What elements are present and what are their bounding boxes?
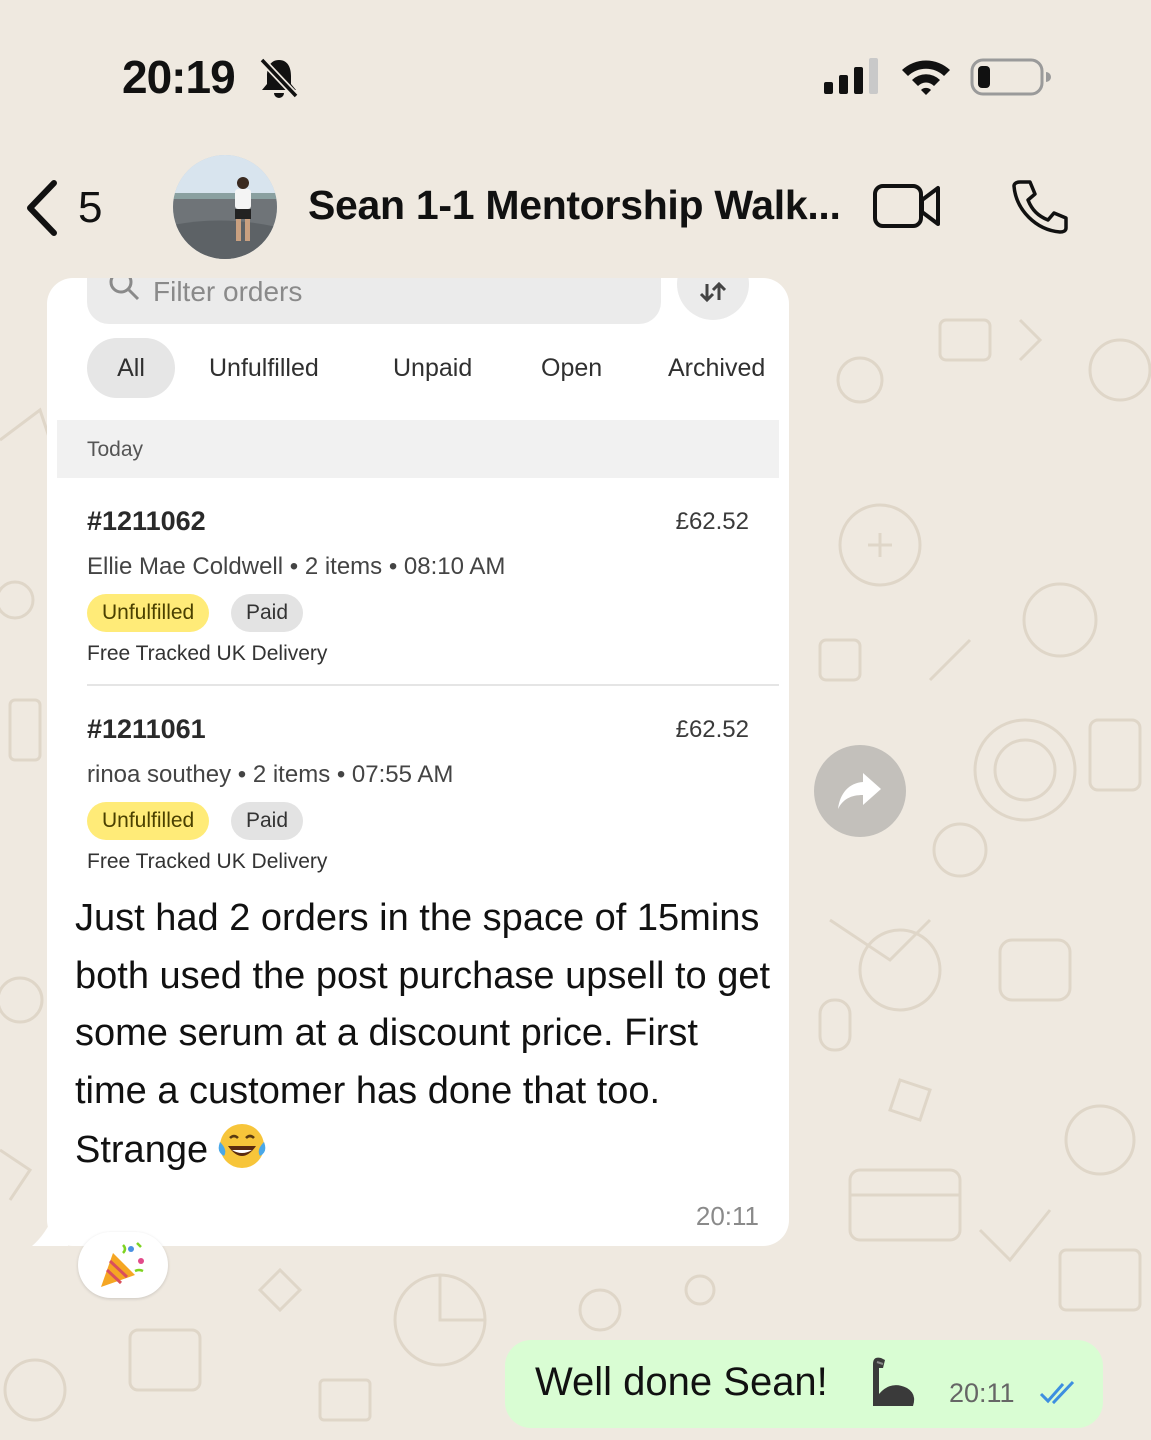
tab-unpaid: Unpaid xyxy=(393,354,473,382)
forward-arrow-icon xyxy=(838,773,881,809)
order-price: £62.52 xyxy=(675,716,749,743)
incoming-message-bubble[interactable]: Filter orders All Unfulfilled Unpaid Ope… xyxy=(47,278,789,1246)
chat-header: 5 Sean 1-1 Mentorship Walk... xyxy=(0,150,1151,268)
chevron-left-icon xyxy=(27,180,57,236)
sort-icon xyxy=(699,281,727,303)
payment-badge: Paid xyxy=(231,802,304,840)
tab-unfulfilled: Unfulfilled xyxy=(209,354,319,382)
order-meta: Ellie Mae Coldwell • 2 items • 08:10 AM xyxy=(87,553,506,580)
status-time: 20:19 xyxy=(122,51,236,103)
shared-screenshot-image[interactable]: Filter orders All Unfulfilled Unpaid Ope… xyxy=(47,278,789,878)
wifi-icon xyxy=(902,60,950,95)
tab-archived: Archived xyxy=(668,354,766,382)
message-text: Well done Sean! xyxy=(535,1360,828,1404)
status-bar: 20:19 xyxy=(0,0,1151,150)
section-header: Today xyxy=(57,420,779,478)
laughing-tears-emoji-icon xyxy=(218,1124,266,1168)
sort-button xyxy=(677,278,749,320)
double-check-read-icon xyxy=(1039,1380,1075,1405)
order-id: #1211062 xyxy=(87,506,206,536)
order-row: #1211062 £62.52 Ellie Mae Coldwell • 2 i… xyxy=(87,506,749,696)
status-badge: Unfulfilled xyxy=(87,594,210,632)
status-badge: Unfulfilled xyxy=(87,802,210,840)
divider xyxy=(87,684,779,686)
party-popper-icon xyxy=(101,1242,144,1287)
signal-icon xyxy=(824,58,878,94)
avatar[interactable] xyxy=(173,155,277,259)
avatar-photo xyxy=(173,155,277,259)
tab-all: All xyxy=(87,338,175,398)
video-call-icon[interactable] xyxy=(872,182,942,230)
forward-button[interactable] xyxy=(814,745,906,837)
outgoing-message-bubble[interactable]: Well done Sean! 20:11 xyxy=(505,1340,1103,1428)
order-id: #1211061 xyxy=(87,714,206,744)
phone-icon[interactable] xyxy=(1010,178,1070,234)
order-meta: rinoa southey • 2 items • 07:55 AM xyxy=(87,761,454,788)
message-text: Just had 2 orders in the space of 15mins… xyxy=(75,890,775,1180)
message-time: 20:11 xyxy=(695,1201,759,1231)
order-tabs: All Unfulfilled Unpaid Open Archived xyxy=(87,338,787,398)
unread-count: 5 xyxy=(78,183,103,232)
order-price: £62.52 xyxy=(675,508,749,535)
payment-badge: Paid xyxy=(231,594,304,632)
flexed-biceps-icon xyxy=(873,1357,915,1406)
bell-slash-icon xyxy=(259,57,299,99)
tab-open: Open xyxy=(541,354,603,382)
filter-orders-input: Filter orders xyxy=(87,278,661,324)
order-delivery: Free Tracked UK Delivery xyxy=(87,850,328,873)
search-icon xyxy=(109,278,140,301)
message-body: Just had 2 orders in the space of 15mins… xyxy=(75,897,771,1171)
back-button[interactable]: 5 xyxy=(24,178,124,238)
order-delivery: Free Tracked UK Delivery xyxy=(87,642,328,665)
section-label: Today xyxy=(87,438,144,461)
message-reaction[interactable] xyxy=(78,1232,168,1298)
battery-icon xyxy=(970,58,1051,96)
filter-placeholder: Filter orders xyxy=(153,278,303,307)
chat-title[interactable]: Sean 1-1 Mentorship Walk... xyxy=(308,182,841,229)
order-row: #1211061 £62.52 rinoa southey • 2 items … xyxy=(87,714,749,904)
message-time: 20:11 xyxy=(949,1378,1015,1408)
